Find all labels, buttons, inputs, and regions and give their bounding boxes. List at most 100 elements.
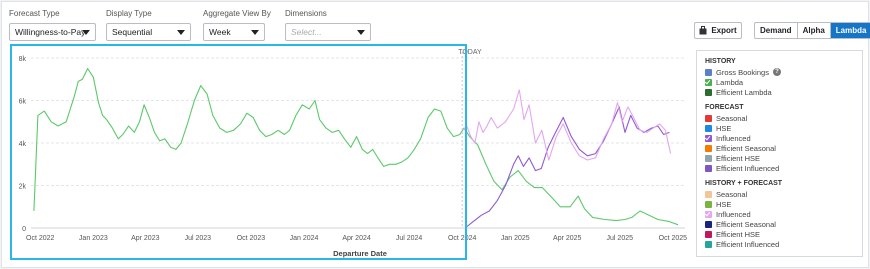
x-tick-label: Oct 2025 [659,235,688,242]
legend-group-title: HISTORY [705,58,736,65]
export-label: Export [711,26,737,35]
legend-item-label: Gross Bookings [716,67,769,77]
legend-item-efficient-influenced[interactable]: Efficient Influenced [705,239,862,249]
export-button[interactable]: Export [694,22,742,39]
mode-toggle: Demand Alpha Lambda [754,22,870,39]
legend-item-label: Efficient Influenced [716,239,780,249]
help-icon[interactable]: ? [772,68,781,76]
color-swatch-icon [705,164,712,172]
filter-label: Forecast Type [9,9,60,18]
legend-gap [705,97,862,102]
x-tick-label: Oct 2024 [448,235,477,242]
legend-item-label: HSE [716,123,732,133]
legend-item-label: Efficient Influenced [716,163,780,173]
chevron-down-icon [177,30,185,35]
color-swatch-icon [705,68,712,76]
color-swatch-icon [705,220,712,228]
legend-item-label: Lambda [716,77,744,87]
filter-dimensions: Dimensions Select... [285,9,371,41]
legend-item-hse[interactable]: HSE [705,199,862,209]
legend-item-label: Efficient Seasonal [716,143,776,153]
legend-item-label: Efficient HSE [716,229,761,239]
legend-item-label: Influenced [716,133,751,143]
legend-item-gross-bookings[interactable]: Gross Bookings? [705,67,862,77]
filter-display-type: Display Type Sequential [106,9,191,41]
y-axis: 0 2k 4k 6k 8k [19,56,27,233]
y-tick-label: 0 [22,226,26,233]
color-swatch-icon [705,240,712,248]
legend-item-efficient-hse[interactable]: Efficient HSE [705,229,862,239]
color-swatch-icon [705,88,712,96]
x-axis: Oct 2022 Jan 2023 Apr 2023 Jul 2023 Oct 2023… [26,235,687,242]
legend-item-lambda[interactable]: Lambda [705,77,862,87]
checkbox-checked-icon [705,134,712,142]
display-type-select[interactable]: Sequential [106,23,191,41]
mode-demand-button[interactable]: Demand [755,23,798,38]
x-tick-label: Apr 2023 [131,235,160,242]
forecast-type-select[interactable]: Willingness-to-Pay [9,23,96,41]
x-tick-label: Apr 2025 [553,235,582,242]
chart-series [33,68,679,229]
x-tick-label: Jul 2025 [607,235,634,242]
legend-item-label: HSE [716,199,732,209]
legend-item-seasonal[interactable]: Seasonal [705,189,862,199]
legend-group-title: HISTORY + FORECAST [705,180,783,187]
legend-item-label: Seasonal [716,189,748,199]
legend-item-efficient-hse[interactable]: Efficient HSE [705,153,862,163]
legend-item-label: Efficient Lambda [716,87,772,97]
checkbox-checked-icon [705,210,712,218]
legend-item-hse[interactable]: HSE [705,123,862,133]
x-tick-label: Jan 2023 [79,235,108,242]
color-swatch-icon [705,154,712,162]
filter-label: Display Type [106,9,152,18]
y-tick-label: 2k [19,184,27,191]
legend-item-influenced[interactable]: Influenced [705,209,862,219]
select-value: Willingness-to-Pay [15,27,86,37]
color-swatch-icon [705,124,712,132]
legend-item-label: Efficient HSE [716,153,761,163]
y-tick-label: 4k [19,141,27,148]
x-tick-label: Oct 2023 [237,235,266,242]
color-swatch-icon [705,200,712,208]
select-value: Week [209,27,231,37]
forecast-panel: Forecast Type Willingness-to-Pay Display… [1,1,870,268]
chart-legend: HISTORY Gross Bookings? Lambda Efficient La… [696,50,863,257]
x-tick-label: Jul 2023 [185,235,212,242]
legend-item-label: Efficient Seasonal [716,219,776,229]
filter-label: Dimensions [285,9,327,18]
aggregate-view-select[interactable]: Week [203,23,265,41]
x-axis-title: Departure Date [333,249,387,258]
legend-item-efficient-lambda[interactable]: Efficient Lambda [705,87,862,97]
legend-item-influenced[interactable]: Influenced [705,133,862,143]
checkbox-checked-icon [705,78,712,86]
lambda-chart: 0 2k 4k 6k 8k Oct 2022 Jan 2023 Apr 2023 Jul 20… [19,49,688,258]
y-tick-label: 8k [19,56,27,63]
mode-lambda-button[interactable]: Lambda [830,23,870,38]
color-swatch-icon [705,114,712,122]
mode-alpha-button[interactable]: Alpha [798,23,831,38]
x-tick-label: Jan 2024 [290,235,319,242]
chevron-down-icon [82,30,90,35]
legend-item-efficient-influenced[interactable]: Efficient Influenced [705,163,862,173]
filter-aggregate-view: Aggregate View By Week [203,9,271,41]
today-marker: TODAY [458,49,482,228]
dimensions-select[interactable]: Select... [285,23,371,41]
filter-label: Aggregate View By [203,9,271,18]
color-swatch-icon [705,230,712,238]
filter-forecast-type: Forecast Type Willingness-to-Pay [9,9,96,41]
y-tick-label: 6k [19,99,27,106]
today-label: TODAY [458,49,482,56]
select-value: Sequential [112,27,153,37]
legend-item-seasonal[interactable]: Seasonal [705,113,862,123]
legend-item-efficient-seasonal[interactable]: Efficient Seasonal [705,143,862,153]
briefcase-icon [699,26,707,35]
x-tick-label: Jul 2024 [396,235,423,242]
legend-gap [705,173,862,178]
legend-item-efficient-seasonal[interactable]: Efficient Seasonal [705,219,862,229]
chart-grid [31,57,685,229]
x-tick-label: Jan 2025 [501,235,530,242]
color-swatch-icon [705,190,712,198]
legend-group-title: FORECAST [705,104,744,111]
select-placeholder: Select... [291,27,322,37]
legend-item-label: Influenced [716,209,751,219]
